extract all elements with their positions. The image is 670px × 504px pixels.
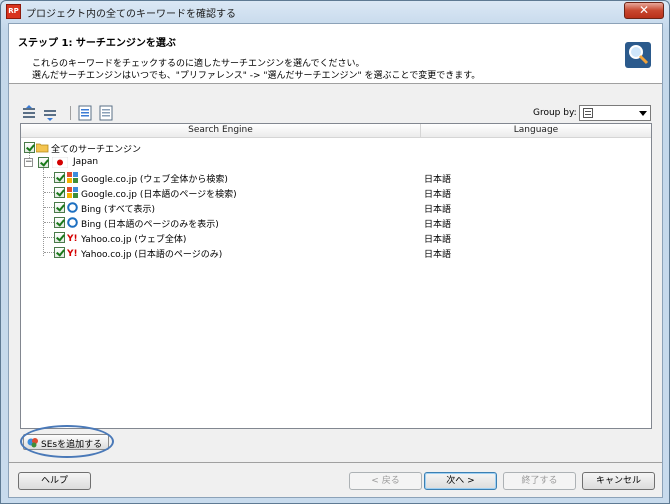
engine-row[interactable]: Bing (すべて表示) 日本語 (21, 200, 651, 215)
engine-row[interactable]: Google.co.jp (日本語のページを検索) 日本語 (21, 185, 651, 200)
root-checkbox[interactable] (24, 142, 35, 153)
engine-language: 日本語 (424, 205, 452, 215)
highlight-oval (20, 425, 114, 458)
google-icon (67, 172, 78, 183)
root-label: 全てのサーチエンジン (51, 145, 142, 155)
engine-row[interactable]: Google.co.jp (ウェブ全体から検索) 日本語 (21, 170, 651, 185)
title-bar[interactable]: RP プロジェクト内の全てのキーワードを確認する ✕ (1, 1, 669, 23)
help-button[interactable]: ヘルプ (18, 472, 91, 490)
toolbar: Group by: (9, 104, 662, 124)
app-icon: RP (6, 4, 21, 19)
column-header-search-engine[interactable]: Search Engine (21, 124, 421, 138)
engine-label: Bing (日本語のページのみを表示) (81, 220, 219, 230)
engine-language: 日本語 (424, 250, 452, 260)
cancel-button[interactable]: キャンセル (582, 472, 655, 490)
footer-separator (9, 462, 662, 463)
wizard-header: ステップ 1: サーチエンジンを選ぶ これらのキーワードをチェックするのに適した… (9, 24, 662, 84)
engine-checkbox[interactable] (54, 187, 65, 198)
engine-checkbox[interactable] (54, 217, 65, 228)
collapse-toggle-icon[interactable]: − (24, 158, 33, 167)
engine-row[interactable]: Bing (日本語のページのみを表示) 日本語 (21, 215, 651, 230)
step-title: ステップ 1: サーチエンジンを選ぶ (18, 38, 176, 49)
group-by-select[interactable] (579, 105, 651, 121)
window-title: プロジェクト内の全てのキーワードを確認する (26, 9, 236, 20)
engine-language: 日本語 (424, 220, 452, 230)
tree-row-country[interactable]: − Japan (21, 155, 651, 170)
collapse-all-icon[interactable] (41, 104, 59, 122)
expand-all-icon[interactable] (20, 104, 38, 122)
engine-row[interactable]: Y! Yahoo.co.jp (日本語のページのみ) 日本語 (21, 245, 651, 260)
engine-checkbox[interactable] (54, 232, 65, 243)
engine-row[interactable]: Y! Yahoo.co.jp (ウェブ全体) 日本語 (21, 230, 651, 245)
svg-text:Y!: Y! (67, 234, 78, 243)
country-label: Japan (73, 157, 99, 167)
next-button[interactable]: 次へ > (424, 472, 497, 490)
chevron-down-icon[interactable] (639, 111, 647, 116)
back-button[interactable]: < 戻る (349, 472, 422, 490)
yahoo-icon: Y! (67, 249, 78, 258)
engine-language: 日本語 (424, 190, 452, 200)
description-line-2: 選んだサーチエンジンはいつでも、"プリファレンス" -> "選んだサーチエンジン… (32, 71, 481, 81)
dialog-window: RP プロジェクト内の全てのキーワードを確認する ✕ ステップ 1: サーチエン… (0, 0, 670, 504)
search-engine-grid: Search Engine Language 全てのサーチエンジン − Japa… (20, 123, 652, 429)
svg-text:Y!: Y! (67, 249, 78, 258)
toolbar-separator (70, 106, 71, 120)
group-icon (583, 108, 593, 118)
engine-language: 日本語 (424, 235, 452, 245)
folder-icon (36, 143, 49, 153)
close-button[interactable]: ✕ (624, 2, 664, 19)
group-by-label: Group by: (533, 108, 577, 118)
engine-label: Google.co.jp (日本語のページを検索) (81, 190, 237, 200)
yahoo-icon: Y! (67, 234, 78, 243)
tree-line (44, 252, 54, 253)
tree-row-root[interactable]: 全てのサーチエンジン (21, 140, 651, 155)
finish-button[interactable]: 終了する (503, 472, 576, 490)
tree-line (44, 207, 54, 208)
engine-label: Bing (すべて表示) (81, 205, 155, 215)
tree-line (44, 177, 54, 178)
engine-checkbox[interactable] (54, 247, 65, 258)
engine-label: Yahoo.co.jp (日本語のページのみ) (81, 250, 223, 260)
engine-checkbox[interactable] (54, 202, 65, 213)
tree-line (44, 222, 54, 223)
dialog-client: ステップ 1: サーチエンジンを選ぶ これらのキーワードをチェックするのに適した… (8, 23, 663, 498)
google-icon (67, 187, 78, 198)
tree-line (44, 192, 54, 193)
bing-icon (67, 202, 78, 213)
engine-label: Yahoo.co.jp (ウェブ全体) (81, 235, 187, 245)
magnifier-icon (625, 42, 651, 68)
engine-language: 日本語 (424, 175, 452, 185)
bing-icon (67, 217, 78, 228)
engine-label: Google.co.jp (ウェブ全体から検索) (81, 175, 228, 185)
column-header-language[interactable]: Language (421, 124, 651, 138)
country-checkbox[interactable] (38, 157, 49, 168)
japan-flag-icon (52, 157, 68, 168)
check-all-icon[interactable] (76, 104, 94, 122)
tree-line (44, 237, 54, 238)
engine-checkbox[interactable] (54, 172, 65, 183)
uncheck-all-icon[interactable] (97, 104, 115, 122)
